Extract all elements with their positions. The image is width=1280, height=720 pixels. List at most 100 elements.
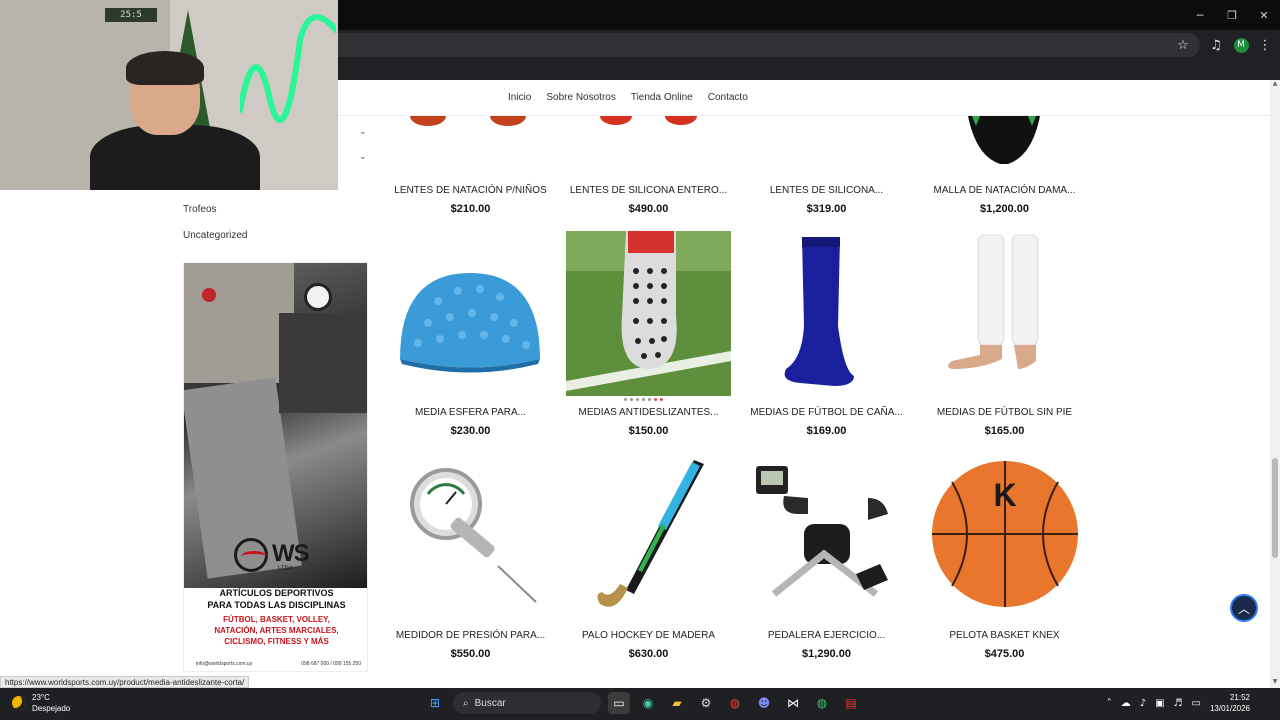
swimsuit-icon[interactable] bbox=[922, 116, 1087, 166]
ws-logo: WS LTDA bbox=[234, 538, 324, 578]
network-icon[interactable]: ▣ bbox=[1155, 698, 1164, 709]
volume-icon[interactable]: ♬ bbox=[1174, 698, 1183, 709]
nav-inicio[interactable]: Inicio bbox=[508, 92, 531, 103]
product-name[interactable]: MEDIDOR DE PRESIÓN PARA... bbox=[378, 630, 563, 641]
onedrive-icon[interactable]: ☁ bbox=[1121, 698, 1131, 709]
hockey-stick-icon[interactable] bbox=[566, 454, 731, 619]
product-name[interactable]: MEDIA ESFERA PARA... bbox=[378, 407, 563, 418]
footless-sock-icon[interactable] bbox=[922, 231, 1087, 396]
restore-button[interactable]: ❐ bbox=[1216, 0, 1248, 30]
weather-condition: Despejado bbox=[32, 704, 71, 713]
chrome-icon[interactable]: ◍ bbox=[724, 692, 746, 714]
product-price: $230.00 bbox=[450, 425, 491, 437]
football-sock-icon[interactable] bbox=[744, 231, 909, 396]
nav-contacto[interactable]: Contacto bbox=[708, 92, 748, 103]
site-header: Inicio Sobre Nosotros Tienda Online Cont… bbox=[338, 80, 1270, 116]
svg-text:K: K bbox=[993, 477, 1016, 513]
taskbar-search[interactable]: ⌕ Buscar bbox=[453, 692, 601, 714]
windows-taskbar: 23°C Despejado ⊞ ⌕ Buscar ▭ ◉ ▰ ⚙ ◍ ☻ ⋈ … bbox=[0, 688, 1280, 720]
banner-sports-line: NATACIÓN, ARTES MARCIALES, bbox=[214, 626, 339, 635]
banner-title: ARTÍCULOS DEPORTIVOS bbox=[219, 588, 334, 598]
pressure-gauge-icon[interactable] bbox=[388, 454, 553, 619]
chevron-up-icon: ︿ bbox=[1237, 601, 1250, 616]
battery-icon[interactable]: ▭ bbox=[1192, 698, 1201, 709]
product-price: $210.00 bbox=[450, 203, 491, 215]
banner-contact: info@worldsports.com.uy 098 687 000 / 09… bbox=[196, 661, 361, 667]
product-price: $165.00 bbox=[984, 425, 1025, 437]
streamer bbox=[90, 51, 260, 190]
banner-sports-line: CICLISMO, FITNESS Y MÁS bbox=[224, 637, 329, 646]
taskbar-clock[interactable]: 21:52 13/01/2026 bbox=[1210, 692, 1250, 714]
product-price: $150.00 bbox=[628, 425, 669, 437]
browser-menu-icon[interactable]: ⋮ bbox=[1253, 33, 1277, 57]
grip-sock-icon[interactable] bbox=[566, 231, 731, 396]
profile-avatar[interactable]: M bbox=[1229, 33, 1253, 57]
product-name[interactable]: MEDIAS DE FÚTBOL DE CAÑA... bbox=[734, 407, 919, 418]
promo-banner[interactable]: WS LTDA ARTÍCULOS DEPORTIVOS PARA TODAS … bbox=[183, 262, 368, 672]
chevron-down-icon[interactable]: ⌄ bbox=[359, 152, 367, 162]
temperature: 23°C bbox=[32, 693, 50, 702]
media-controls-icon[interactable]: ♫ bbox=[1204, 33, 1228, 57]
address-bar[interactable] bbox=[338, 33, 1200, 57]
microphone-icon[interactable]: ♪ bbox=[1140, 698, 1146, 709]
webcam-wall-clock: 25:5 bbox=[105, 8, 157, 22]
banner-sports-line: FÚTBOL, BASKET, VOLLEY, bbox=[223, 615, 330, 624]
scroll-down-icon[interactable]: ▼ bbox=[1270, 678, 1280, 688]
task-view-icon[interactable]: ▭ bbox=[608, 692, 630, 714]
pedal-exerciser-icon[interactable] bbox=[744, 454, 909, 619]
banner-email: info@worldsports.com.uy bbox=[196, 661, 253, 667]
product-price: $475.00 bbox=[984, 648, 1025, 660]
chevron-up-icon[interactable]: ˄ bbox=[1107, 698, 1112, 709]
product-name[interactable]: MEDIAS ANTIDESLIZANTES... bbox=[556, 407, 741, 418]
product-price: $550.00 bbox=[450, 648, 491, 660]
capcut-icon[interactable]: ⋈ bbox=[782, 692, 804, 714]
product-name[interactable]: LENTES DE SILICONA ENTERO... bbox=[556, 185, 741, 196]
product-name[interactable]: LENTES DE NATACIÓN P/NIÑOS bbox=[378, 185, 563, 196]
product-price: $1,200.00 bbox=[980, 203, 1029, 215]
product-name[interactable]: LENTES DE SILICONA... bbox=[734, 185, 919, 196]
category-uncategorized[interactable]: Uncategorized bbox=[183, 230, 247, 241]
goggles-icon[interactable] bbox=[388, 116, 553, 166]
product-name[interactable]: PEDALERA EJERCICIO... bbox=[734, 630, 919, 641]
bookmark-star-icon[interactable]: ☆ bbox=[1171, 33, 1195, 57]
goggles-icon[interactable] bbox=[566, 116, 731, 166]
neon-light bbox=[240, 14, 336, 123]
file-explorer-icon[interactable]: ▰ bbox=[666, 692, 688, 714]
scroll-up-icon[interactable]: ▲ bbox=[1270, 80, 1280, 90]
taskbar-apps: ⊞ ⌕ Buscar ▭ ◉ ▰ ⚙ ◍ ☻ ⋈ ◍ ▤ bbox=[424, 692, 862, 714]
product-price: $319.00 bbox=[806, 203, 847, 215]
main-menu: Inicio Sobre Nosotros Tienda Online Cont… bbox=[508, 92, 763, 103]
windows-start-icon[interactable]: ⊞ bbox=[424, 692, 446, 714]
chevron-down-icon[interactable]: ⌄ bbox=[359, 127, 367, 137]
weather-widget[interactable]: 23°C Despejado bbox=[12, 692, 70, 714]
scroll-to-top-button[interactable]: ︿ bbox=[1230, 594, 1258, 622]
globe-icon bbox=[234, 538, 268, 572]
discord-icon[interactable]: ☻ bbox=[753, 692, 775, 714]
scroll-thumb[interactable] bbox=[1272, 458, 1278, 558]
search-icon: ⌕ bbox=[463, 697, 469, 709]
basketball-icon[interactable]: K bbox=[922, 454, 1087, 619]
webcam-overlay: 25:5 bbox=[0, 0, 338, 190]
category-trofeos[interactable]: Trofeos bbox=[183, 204, 217, 215]
close-button[interactable]: ✕ bbox=[1248, 0, 1280, 30]
image-carousel-dots[interactable] bbox=[624, 398, 663, 401]
product-name[interactable]: PALO HOCKEY DE MADERA bbox=[556, 630, 741, 641]
product-price: $490.00 bbox=[628, 203, 669, 215]
app-icon[interactable]: ▤ bbox=[840, 692, 862, 714]
link-status-url: https://www.worldsports.com.uy/product/m… bbox=[0, 676, 250, 688]
product-name[interactable]: PELOTA BASKET KNEX bbox=[912, 630, 1097, 641]
system-tray: ˄ ☁ ♪ ▣ ♬ ▭ 21:52 13/01/2026 bbox=[1107, 692, 1250, 714]
page-scrollbar[interactable]: ▲ ▼ bbox=[1270, 80, 1280, 688]
settings-icon[interactable]: ⚙ bbox=[695, 692, 717, 714]
balance-dome-icon[interactable] bbox=[388, 231, 553, 396]
product-price: $630.00 bbox=[628, 648, 669, 660]
chrome-profile-icon[interactable]: ◍ bbox=[811, 692, 833, 714]
edge-icon[interactable]: ◉ bbox=[637, 692, 659, 714]
search-label: Buscar bbox=[474, 697, 506, 709]
nav-sobre-nosotros[interactable]: Sobre Nosotros bbox=[546, 92, 615, 103]
minimize-button[interactable]: ─ bbox=[1184, 0, 1216, 30]
product-price: $169.00 bbox=[806, 425, 847, 437]
product-name[interactable]: MEDIAS DE FÚTBOL SIN PIE bbox=[912, 407, 1097, 418]
nav-tienda-online[interactable]: Tienda Online bbox=[631, 92, 693, 103]
product-name[interactable]: MALLA DE NATACIÓN DAMA... bbox=[912, 185, 1097, 196]
